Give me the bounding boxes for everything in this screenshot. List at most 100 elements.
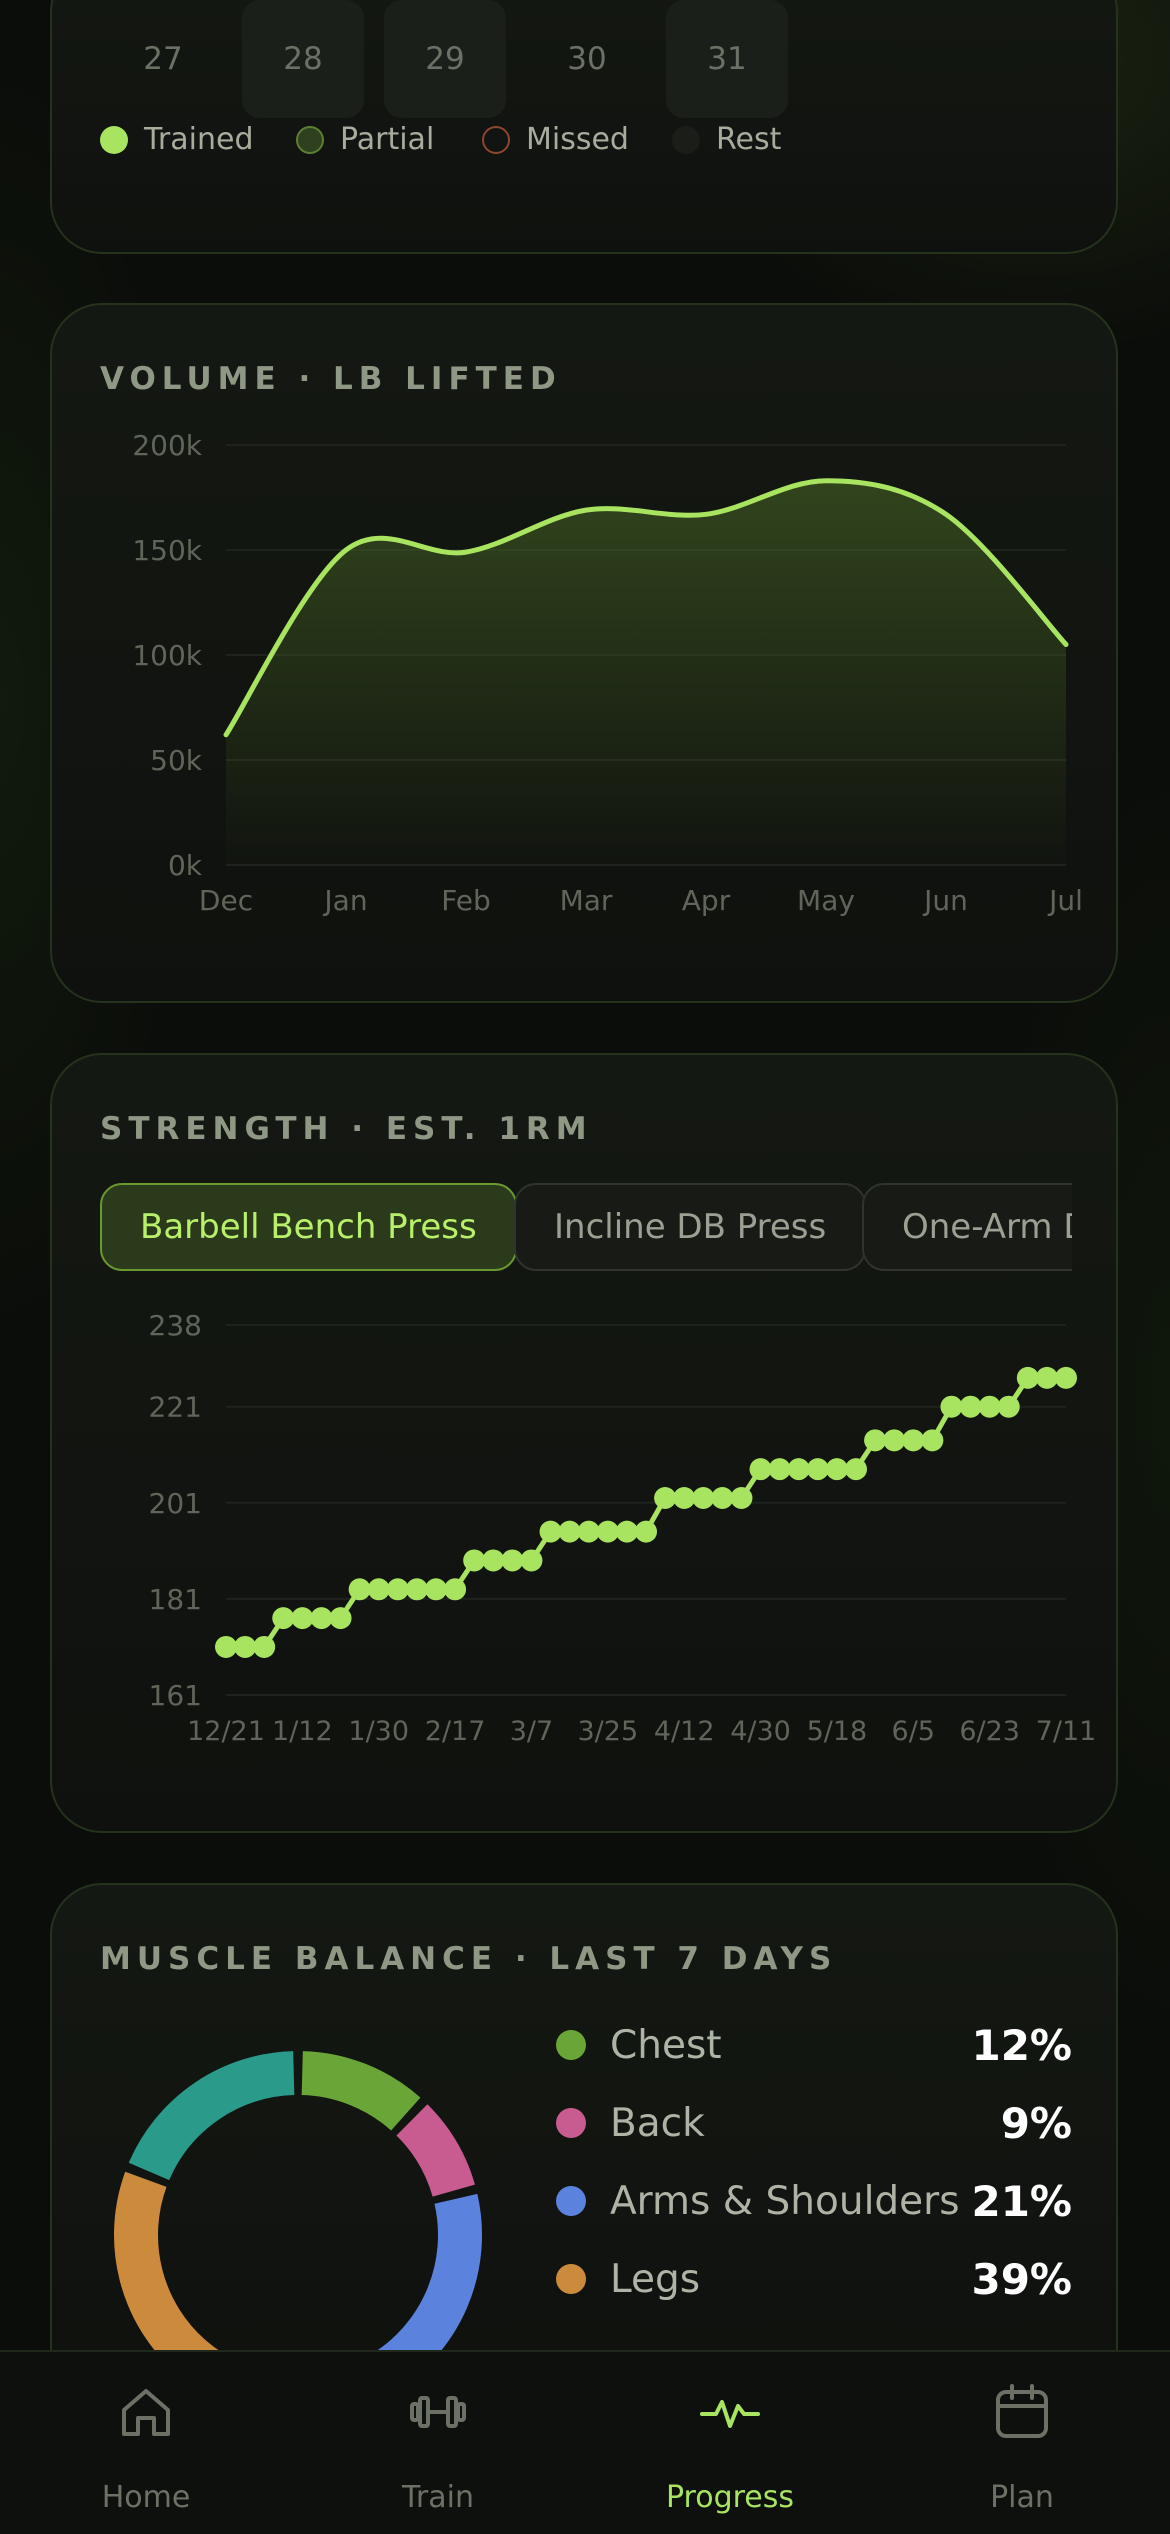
strength-point bbox=[539, 1520, 562, 1543]
strength-point bbox=[253, 1635, 276, 1658]
nav-home[interactable]: Home bbox=[0, 2352, 292, 2534]
muscle-row-back: Back 9% bbox=[556, 2093, 1072, 2153]
strength-point bbox=[310, 1607, 333, 1630]
bottom-nav: Home Train Progress Plan bbox=[0, 2350, 1170, 2534]
x-tick-label: Apr bbox=[682, 884, 731, 917]
strength-point bbox=[635, 1520, 657, 1543]
muscle-row-legs: Legs 39% bbox=[556, 2249, 1072, 2309]
chest-dot-icon bbox=[556, 2030, 586, 2060]
donut-slice bbox=[301, 2051, 421, 2131]
strength-point bbox=[883, 1429, 906, 1452]
volume-card: VOLUME · LB LIFTED 0k 50k 100k 150k 200k Dec J… bbox=[50, 303, 1118, 1003]
muscle-name: Arms & Shoulders bbox=[610, 2178, 960, 2224]
muscle-name: Chest bbox=[610, 2022, 722, 2068]
strength-card: STRENGTH · EST. 1RM Barbell Bench Press … bbox=[50, 1053, 1118, 1833]
y-tick-label: 238 bbox=[149, 1309, 202, 1342]
strength-point bbox=[291, 1607, 314, 1630]
day-cell[interactable]: 31 bbox=[666, 0, 788, 118]
day-number: 31 bbox=[707, 41, 747, 77]
strength-point bbox=[386, 1578, 409, 1601]
calendar-card: 27 28 29 30 31 Trained Partial Missed Re… bbox=[50, 0, 1118, 254]
muscle-row-chest: Chest 12% bbox=[556, 2015, 1072, 2075]
nav-progress[interactable]: Progress bbox=[584, 2352, 876, 2534]
day-number: 29 bbox=[425, 41, 465, 77]
back-dot-icon bbox=[556, 2108, 586, 2138]
arms-dot-icon bbox=[556, 2186, 586, 2216]
strength-point bbox=[864, 1429, 887, 1452]
strength-point bbox=[768, 1458, 791, 1481]
x-tick-label: Jun bbox=[922, 884, 968, 917]
strength-point bbox=[749, 1458, 772, 1481]
day-number: 27 bbox=[143, 41, 183, 77]
strength-chart: 161 181 201 221 238 12/21 1/12 1/30 2/17 3/7 3/25 4… bbox=[149, 1309, 1097, 1747]
y-tick-label: 100k bbox=[132, 639, 202, 672]
day-cell[interactable]: 27 bbox=[102, 0, 224, 118]
strength-point bbox=[520, 1549, 543, 1572]
donut-slice bbox=[396, 2104, 475, 2198]
strength-point bbox=[825, 1458, 848, 1481]
strength-point bbox=[921, 1429, 944, 1452]
x-tick-label: 3/25 bbox=[577, 1716, 638, 1747]
strength-point bbox=[272, 1607, 295, 1630]
strength-point bbox=[806, 1458, 829, 1481]
x-tick-label: 7/11 bbox=[1036, 1716, 1097, 1747]
strength-point bbox=[558, 1520, 581, 1543]
strength-point bbox=[940, 1395, 963, 1418]
y-tick-label: 181 bbox=[149, 1583, 202, 1616]
nav-plan[interactable]: Plan bbox=[876, 2352, 1168, 2534]
legend-rest: Rest bbox=[672, 122, 781, 157]
y-tick-label: 221 bbox=[149, 1391, 202, 1424]
strength-point bbox=[405, 1578, 428, 1601]
muscle-pct: 21% bbox=[971, 2176, 1072, 2226]
x-tick-label: 5/18 bbox=[807, 1716, 868, 1747]
strength-point bbox=[997, 1395, 1020, 1418]
strength-point bbox=[444, 1578, 467, 1601]
nav-label: Home bbox=[101, 2480, 191, 2515]
x-tick-label: 3/7 bbox=[510, 1716, 553, 1747]
volume-chart: 0k 50k 100k 150k 200k Dec Jan Feb Mar Apr May Jun Ju… bbox=[132, 429, 1083, 917]
y-tick-label: 201 bbox=[149, 1487, 202, 1520]
strength-point bbox=[902, 1429, 925, 1452]
strength-point bbox=[845, 1458, 867, 1481]
strength-point bbox=[730, 1486, 753, 1509]
legend-label: Missed bbox=[526, 122, 629, 157]
x-tick-label: 4/30 bbox=[730, 1716, 791, 1747]
x-tick-label: 12/21 bbox=[187, 1716, 265, 1747]
strength-point bbox=[482, 1549, 505, 1572]
muscle-name: Back bbox=[610, 2100, 705, 2146]
strength-point bbox=[425, 1578, 447, 1601]
x-tick-label: Mar bbox=[560, 884, 613, 917]
strength-point bbox=[501, 1549, 524, 1572]
strength-point bbox=[215, 1635, 237, 1658]
x-tick-label: Feb bbox=[441, 884, 491, 917]
dumbbell-icon bbox=[410, 2396, 466, 2428]
muscle-row-arms-shoulders: Arms & Shoulders 21% bbox=[556, 2171, 1072, 2231]
legend-partial: Partial bbox=[296, 122, 434, 157]
x-tick-label: 1/30 bbox=[348, 1716, 409, 1747]
muscle-donut-chart bbox=[114, 2051, 482, 2401]
nav-label: Plan bbox=[990, 2480, 1054, 2515]
day-cell[interactable]: 28 bbox=[242, 0, 364, 118]
x-tick-label: Jan bbox=[322, 884, 367, 917]
x-tick-label: Dec bbox=[199, 884, 253, 917]
strength-point bbox=[348, 1578, 371, 1601]
volume-area bbox=[226, 480, 1066, 865]
x-tick-label: 1/12 bbox=[272, 1716, 333, 1747]
legend-label: Trained bbox=[144, 122, 254, 157]
nav-label: Train bbox=[402, 2480, 474, 2515]
y-tick-label: 50k bbox=[150, 744, 203, 777]
day-cell[interactable]: 29 bbox=[384, 0, 506, 118]
day-number: 28 bbox=[283, 41, 323, 77]
rest-dot-icon bbox=[672, 125, 700, 154]
home-icon bbox=[122, 2389, 170, 2436]
nav-label: Progress bbox=[665, 2480, 795, 2515]
trained-dot-icon bbox=[100, 125, 128, 154]
x-tick-label: 4/12 bbox=[654, 1716, 715, 1747]
x-tick-label: Jul bbox=[1047, 884, 1083, 917]
legend-label: Rest bbox=[716, 122, 782, 157]
nav-train[interactable]: Train bbox=[292, 2352, 584, 2534]
x-tick-label: May bbox=[797, 884, 855, 917]
strength-point bbox=[615, 1520, 638, 1543]
strength-point bbox=[596, 1520, 619, 1543]
day-cell[interactable]: 30 bbox=[526, 0, 648, 118]
